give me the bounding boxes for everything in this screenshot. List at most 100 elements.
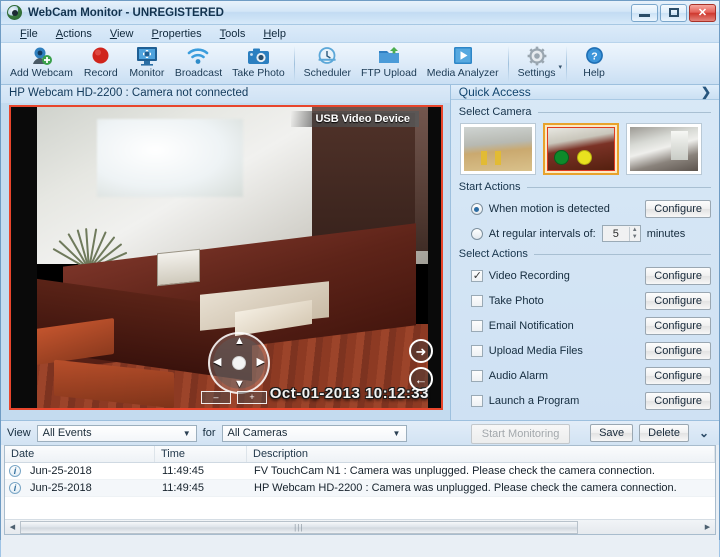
- next-camera-button[interactable]: ➜: [409, 339, 433, 363]
- menu-view[interactable]: View: [101, 27, 143, 41]
- minimize-button[interactable]: [631, 4, 658, 22]
- menu-tools[interactable]: Tools: [211, 27, 255, 41]
- chevron-right-icon[interactable]: ❯: [701, 85, 711, 99]
- checkbox-upload-media-files[interactable]: [471, 345, 483, 357]
- radio-regular-intervals[interactable]: [471, 228, 483, 240]
- configure-motion-button[interactable]: Configure: [645, 200, 711, 218]
- quick-access-title: Quick Access: [459, 85, 531, 99]
- menu-file[interactable]: File: [11, 27, 47, 41]
- delete-button[interactable]: Delete: [639, 424, 689, 442]
- prev-camera-button[interactable]: ←: [409, 367, 433, 391]
- toolbar-monitor[interactable]: Monitor: [124, 45, 170, 85]
- chevron-down-icon: ▼: [390, 429, 404, 438]
- ptz-right-arrow-icon[interactable]: ▶: [257, 357, 265, 368]
- camera-thumb-2[interactable]: [543, 123, 619, 175]
- checkbox-email-notification[interactable]: [471, 320, 483, 332]
- ptz-control[interactable]: ▲ ▼ ◀ ▶: [208, 332, 270, 394]
- toolbar-add-webcam[interactable]: Add Webcam: [5, 45, 78, 85]
- event-log-filter-bar: View All Events ▼ for All Cameras ▼ Save…: [1, 421, 719, 445]
- close-button[interactable]: ✕: [689, 4, 716, 22]
- video-preview[interactable]: USB Video Device Oct-01-2013 10:12:33 ▲ …: [9, 105, 443, 410]
- video-device-overlay: USB Video Device: [291, 111, 419, 127]
- camera-thumb-3[interactable]: [626, 123, 702, 175]
- select-camera-section: Select Camera: [451, 100, 719, 175]
- scroll-right-arrow-icon[interactable]: ▶: [700, 523, 715, 531]
- start-action-interval-row: At regular intervals of: 5 ▲ ▼ minutes: [459, 225, 711, 242]
- configure-email-notification-button[interactable]: Configure: [645, 317, 711, 335]
- settings-dropdown-caret[interactable]: ▾: [559, 63, 563, 71]
- toolbar-record-label: Record: [84, 67, 118, 79]
- collapse-chevron-icon[interactable]: ⌄: [695, 426, 713, 440]
- maximize-button[interactable]: [660, 4, 687, 22]
- checkbox-audio-alarm[interactable]: [471, 370, 483, 382]
- zoom-in-button[interactable]: +: [237, 391, 267, 404]
- toolbar-add-webcam-label: Add Webcam: [10, 67, 73, 79]
- ptz-center-handle[interactable]: [232, 356, 246, 370]
- zoom-out-button[interactable]: –: [201, 391, 231, 404]
- table-row[interactable]: i Jun-25-2018 11:49:45 HP Webcam HD-2200…: [5, 480, 715, 497]
- menu-help[interactable]: Help: [254, 27, 295, 41]
- help-question-icon: ?: [585, 45, 604, 66]
- menu-properties[interactable]: Properties: [143, 27, 211, 41]
- select-actions-section: Select Actions Video Recording Configure…: [451, 242, 719, 444]
- toolbar-scheduler[interactable]: Scheduler: [299, 45, 356, 85]
- table-row[interactable]: i Jun-25-2018 11:49:45 FV TouchCam N1 : …: [5, 463, 715, 480]
- for-cameras-dropdown[interactable]: All Cameras ▼: [222, 425, 407, 442]
- toolbar-media-analyzer[interactable]: Media Analyzer: [422, 45, 504, 85]
- event-log-table: Date Time Description i Jun-25-2018 11:4…: [4, 445, 716, 535]
- configure-take-photo-button[interactable]: Configure: [645, 292, 711, 310]
- ftp-upload-icon: [378, 45, 400, 66]
- menu-actions[interactable]: Actions: [47, 27, 101, 41]
- configure-launch-a-program-button[interactable]: Configure: [645, 392, 711, 410]
- checkbox-video-recording[interactable]: [471, 270, 483, 282]
- toolbar-help-label: Help: [583, 67, 605, 79]
- quick-access-pane: Quick Access ❯ Select Camera: [450, 85, 719, 420]
- chevron-down-icon: ▼: [180, 429, 194, 438]
- ptz-down-arrow-icon[interactable]: ▼: [234, 379, 245, 390]
- configure-audio-alarm-button[interactable]: Configure: [645, 367, 711, 385]
- configure-upload-media-files-button[interactable]: Configure: [645, 342, 711, 360]
- view-events-dropdown[interactable]: All Events ▼: [37, 425, 197, 442]
- interval-unit-label: minutes: [647, 228, 686, 240]
- toolbar-settings[interactable]: Settings: [513, 45, 561, 85]
- gear-icon: [527, 45, 547, 66]
- toolbar-ftp-upload[interactable]: FTP Upload: [356, 45, 422, 85]
- save-button[interactable]: Save: [590, 424, 633, 442]
- scrollbar-thumb[interactable]: |||: [20, 521, 578, 534]
- interval-spinner[interactable]: 5 ▲ ▼: [602, 225, 641, 242]
- row-description: HP Webcam HD-2200 : Camera was unplugged…: [248, 482, 715, 494]
- quick-access-header[interactable]: Quick Access ❯: [451, 85, 719, 100]
- ptz-left-arrow-icon[interactable]: ◀: [213, 357, 221, 368]
- checkbox-launch-a-program[interactable]: [471, 395, 483, 407]
- interval-value[interactable]: 5: [603, 228, 629, 240]
- checkbox-take-photo[interactable]: [471, 295, 483, 307]
- spinner-up-icon[interactable]: ▲: [632, 227, 638, 234]
- radio-when-motion-detected[interactable]: [471, 203, 483, 215]
- column-header-time[interactable]: Time: [155, 446, 247, 462]
- label-launch-a-program: Launch a Program: [489, 395, 580, 407]
- spinner-down-icon[interactable]: ▼: [632, 234, 638, 241]
- column-header-description[interactable]: Description: [247, 446, 715, 462]
- toolbar-settings-label: Settings: [518, 67, 556, 79]
- select-actions-title: Select Actions: [459, 248, 711, 260]
- scroll-left-arrow-icon[interactable]: ◀: [5, 523, 20, 531]
- camera-thumb-1[interactable]: [460, 123, 536, 175]
- action-row-email-notification: Email Notification Configure: [459, 317, 711, 335]
- row-date: Jun-25-2018: [24, 482, 156, 494]
- video-timestamp-overlay: Oct-01-2013 10:12:33: [270, 385, 429, 402]
- camera-thumbnail-list: [459, 123, 711, 175]
- toolbar-broadcast[interactable]: Broadcast: [170, 45, 227, 85]
- column-header-date[interactable]: Date: [5, 446, 155, 462]
- row-time: 11:49:45: [156, 465, 248, 477]
- toolbar-take-photo-label: Take Photo: [232, 67, 285, 79]
- ptz-up-arrow-icon[interactable]: ▲: [234, 336, 245, 347]
- row-time: 11:49:45: [156, 482, 248, 494]
- window-controls: ✕: [631, 4, 716, 22]
- configure-video-recording-button[interactable]: Configure: [645, 267, 711, 285]
- start-monitoring-button[interactable]: Start Monitoring: [471, 424, 571, 444]
- toolbar-take-photo[interactable]: Take Photo: [227, 45, 290, 85]
- toolbar-record[interactable]: Record: [78, 45, 124, 85]
- toolbar-help[interactable]: ? Help: [571, 45, 617, 85]
- scrollbar-track[interactable]: |||: [20, 521, 700, 534]
- horizontal-scrollbar[interactable]: ◀ ||| ▶: [5, 519, 715, 534]
